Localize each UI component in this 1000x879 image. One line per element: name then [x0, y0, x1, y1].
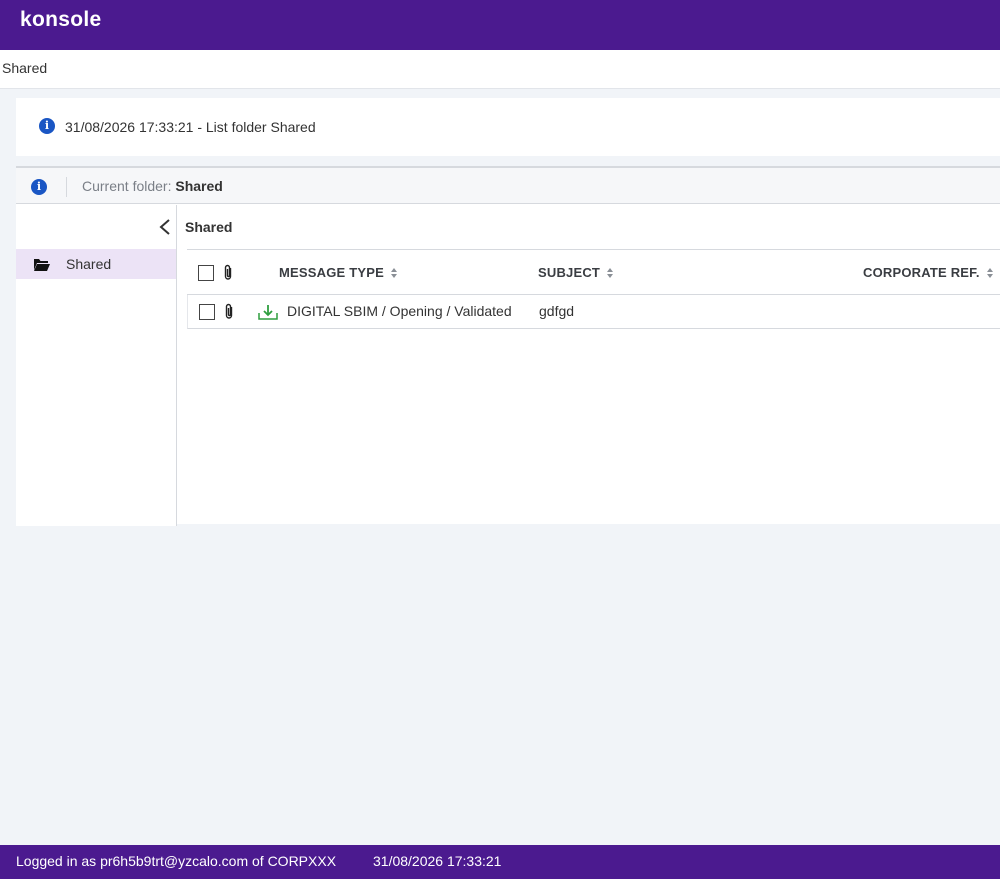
- sidebar-item-label: Shared: [66, 256, 112, 272]
- table-header: MESSAGE TYPE SUBJECT CORPORATE REF.: [187, 249, 1000, 295]
- notification-banner: i 31/08/2026 17:33:21 - List folder Shar…: [16, 98, 1000, 156]
- paperclip-icon: [222, 264, 234, 281]
- info-icon[interactable]: i: [31, 179, 47, 195]
- column-header-subject[interactable]: SUBJECT: [538, 265, 614, 280]
- app-logo[interactable]: konsole: [20, 8, 101, 32]
- breadcrumb-bar: Shared: [0, 50, 1000, 89]
- column-header-label: CORPORATE REF.: [863, 265, 980, 280]
- footer-timestamp: 31/08/2026 17:33:21: [373, 853, 502, 869]
- paperclip-icon: [223, 303, 235, 320]
- cell-subject: gdfgd: [539, 303, 575, 319]
- sidebar-item-shared[interactable]: Shared: [16, 249, 176, 279]
- breadcrumb[interactable]: Shared: [2, 60, 47, 76]
- column-header-label: SUBJECT: [538, 265, 601, 280]
- list-title: Shared: [185, 219, 233, 235]
- current-folder-prefix: Current folder:: [82, 178, 172, 194]
- cell-message-type: DIGITAL SBIM / Opening / Validated: [287, 303, 512, 319]
- messages-table: MESSAGE TYPE SUBJECT CORPORATE REF. DIGI…: [187, 249, 1000, 329]
- column-header-message-type[interactable]: MESSAGE TYPE: [279, 265, 398, 280]
- column-header-label: MESSAGE TYPE: [279, 265, 384, 280]
- select-all-checkbox[interactable]: [198, 265, 214, 281]
- folder-open-icon: [33, 256, 51, 272]
- column-header-corporate-ref[interactable]: CORPORATE REF.: [863, 265, 994, 280]
- table-row[interactable]: DIGITAL SBIM / Opening / Validated gdfgd: [187, 295, 1000, 329]
- status-footer: Logged in as pr6h5b9trt@yzcalo.com of CO…: [0, 845, 1000, 879]
- top-bar: konsole: [0, 0, 1000, 50]
- notification-text: 31/08/2026 17:33:21 - List folder Shared: [65, 119, 316, 135]
- sort-icon: [390, 268, 397, 278]
- login-info: Logged in as pr6h5b9trt@yzcalo.com of CO…: [16, 853, 337, 869]
- message-list: Shared MESSAGE TYPE SUBJECT CORPORATE RE…: [177, 205, 1000, 526]
- sort-icon: [607, 268, 614, 278]
- current-folder-bar: i Current folder: Shared: [16, 168, 1000, 204]
- download-icon: [258, 303, 278, 321]
- current-folder-label: Current folder: Shared: [82, 178, 223, 194]
- row-checkbox[interactable]: [199, 304, 215, 320]
- folder-sidebar: Shared: [16, 205, 177, 526]
- current-folder-name: Shared: [175, 178, 223, 194]
- folder-panel: i Current folder: Shared Shared Shared M…: [16, 166, 1000, 526]
- chevron-left-icon[interactable]: [157, 217, 173, 237]
- divider: [66, 177, 67, 197]
- sort-icon: [986, 268, 993, 278]
- info-icon: i: [39, 118, 55, 134]
